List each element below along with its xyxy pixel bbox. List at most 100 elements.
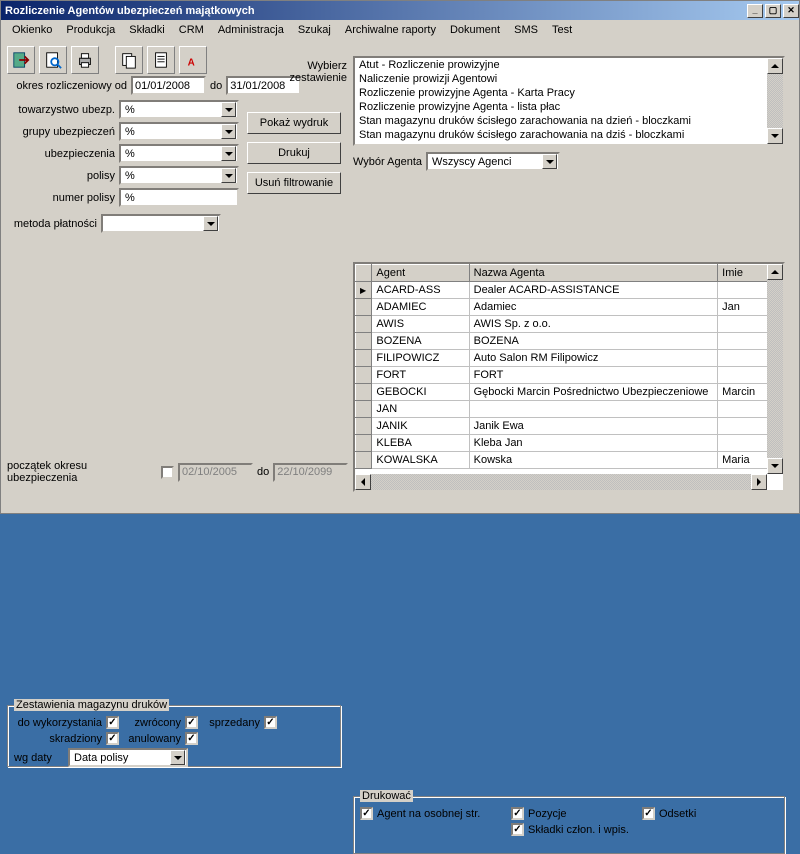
paymethod-combo[interactable] — [101, 214, 221, 233]
report-list-item[interactable]: Stan magazynu druków ścisłego zarachowan… — [355, 128, 783, 142]
table-row[interactable]: ACARD-ASSDealer ACARD-ASSISTANCE — [356, 282, 783, 299]
menu-test[interactable]: Test — [545, 22, 579, 38]
ins-start-row: początek okresu ubezpieczenia do — [7, 460, 348, 484]
chevron-down-icon[interactable] — [203, 216, 218, 231]
company-combo[interactable]: % — [119, 100, 239, 119]
menu-szukaj[interactable]: Szukaj — [291, 22, 338, 38]
table-row[interactable]: KLEBAKleba Jan — [356, 435, 783, 452]
report-list-item[interactable]: Stan magazynu druków ścisłego zarachowan… — [355, 114, 783, 128]
scroll-down-icon[interactable] — [767, 128, 783, 144]
policy-combo[interactable]: % — [119, 166, 239, 185]
grid-cell: Kowska — [469, 452, 718, 469]
table-row[interactable]: GEBOCKIGębocki Marcin Pośrednictwo Ubezp… — [356, 384, 783, 401]
table-row[interactable]: FILIPOWICZAuto Salon RM Filipowicz — [356, 350, 783, 367]
grid-cell: AWIS Sp. z o.o. — [469, 316, 718, 333]
chevron-down-icon[interactable] — [221, 102, 236, 117]
insurance-combo[interactable]: % — [119, 144, 239, 163]
report-list-item[interactable]: Atut - Rozliczenie prowizyjne — [355, 58, 783, 72]
chk-sold[interactable] — [264, 716, 277, 729]
scroll-right-icon[interactable] — [751, 474, 767, 490]
chk-stolen[interactable] — [106, 732, 119, 745]
grid-header[interactable]: Agent — [372, 265, 469, 282]
menu-sms[interactable]: SMS — [507, 22, 545, 38]
scroll-up-icon[interactable] — [767, 58, 783, 74]
chevron-down-icon[interactable] — [170, 750, 185, 765]
chk-usage[interactable] — [106, 716, 119, 729]
scroll-down-icon[interactable] — [767, 458, 783, 474]
grid-cell: FORT — [372, 367, 469, 384]
chevron-down-icon[interactable] — [542, 154, 557, 169]
table-row[interactable]: JANIKJanik Ewa — [356, 418, 783, 435]
scroll-up-icon[interactable] — [767, 264, 783, 280]
print-icon[interactable] — [71, 46, 99, 74]
listbox-scrollbar[interactable] — [767, 58, 783, 144]
report-list-item[interactable]: Naliczenie prowizji Agentowi — [355, 72, 783, 86]
chk-cancelled[interactable] — [185, 732, 198, 745]
chk-positions[interactable] — [511, 807, 524, 820]
menu-skladki[interactable]: Składki — [122, 22, 171, 38]
bydate-combo[interactable]: Data polisy — [68, 748, 188, 767]
menu-crm[interactable]: CRM — [172, 22, 211, 38]
grid-cell: FILIPOWICZ — [372, 350, 469, 367]
filter-block: towarzystwo ubezp.% grupy ubezpieczeń% u… — [7, 100, 239, 210]
table-row[interactable]: AWISAWIS Sp. z o.o. — [356, 316, 783, 333]
ins-start-chk[interactable] — [161, 466, 174, 479]
table-row[interactable]: KOWALSKAKowskaMaria — [356, 452, 783, 469]
maximize-button[interactable]: ▢ — [765, 4, 781, 18]
agent-select-label: Wybór Agenta — [353, 156, 422, 168]
grid-hscroll[interactable] — [355, 474, 767, 490]
menu-dokument[interactable]: Dokument — [443, 22, 507, 38]
agent-select-combo[interactable]: Wszyscy Agenci — [426, 152, 560, 171]
exit-icon[interactable] — [7, 46, 35, 74]
table-row[interactable]: ADAMIECAdamiecJan — [356, 299, 783, 316]
chevron-down-icon[interactable] — [221, 146, 236, 161]
show-preview-button[interactable]: Pokaż wydruk — [247, 112, 341, 134]
preview-icon[interactable] — [39, 46, 67, 74]
grid-header[interactable]: Nazwa Agenta — [469, 265, 718, 282]
chevron-down-icon[interactable] — [221, 168, 236, 183]
chk-sold-label: sprzedany — [202, 717, 260, 729]
menu-administracja[interactable]: Administracja — [211, 22, 291, 38]
table-row[interactable]: BOZENABOZENA — [356, 333, 783, 350]
chk-member-fees[interactable] — [511, 823, 524, 836]
grid-cell: ADAMIEC — [372, 299, 469, 316]
menu-okienko[interactable]: Okienko — [5, 22, 59, 38]
scroll-track[interactable] — [767, 74, 783, 128]
minimize-button[interactable]: _ — [747, 4, 763, 18]
period-from-input[interactable] — [131, 76, 206, 95]
report-list-item[interactable]: Rozliczenie prowizyjne Agenta - Karta Pr… — [355, 86, 783, 100]
close-button[interactable]: ✕ — [783, 4, 799, 18]
polno-label: numer polisy — [7, 192, 115, 204]
polno-field[interactable]: % — [119, 188, 239, 207]
chevron-down-icon[interactable] — [221, 124, 236, 139]
grid-vscroll[interactable] — [767, 264, 783, 474]
group-combo[interactable]: % — [119, 122, 239, 141]
font-icon[interactable]: A — [179, 46, 207, 74]
menu-archiwalne[interactable]: Archiwalne raporty — [338, 22, 443, 38]
chk-agent-page[interactable] — [360, 807, 373, 820]
ins-start-to[interactable] — [273, 463, 348, 482]
menubar: Okienko Produkcja Składki CRM Administra… — [1, 20, 799, 40]
ins-start-from[interactable] — [178, 463, 253, 482]
copy-icon[interactable] — [115, 46, 143, 74]
agents-grid[interactable]: AgentNazwa AgentaImieACARD-ASSDealer ACA… — [353, 262, 785, 492]
warehouse-groupbox: Zestawienia magazynu druków do wykorzyst… — [7, 705, 341, 767]
company-label: towarzystwo ubezp. — [7, 104, 115, 116]
chk-interest-label: Odsetki — [659, 808, 696, 820]
chk-returned[interactable] — [185, 716, 198, 729]
table-row[interactable]: JAN — [356, 401, 783, 418]
report-listbox[interactable]: Atut - Rozliczenie prowizyjneNaliczenie … — [353, 56, 785, 146]
print-button[interactable]: Drukuj — [247, 142, 341, 164]
menu-produkcja[interactable]: Produkcja — [59, 22, 122, 38]
clear-filter-button[interactable]: Usuń filtrowanie — [247, 172, 341, 194]
report-list-item[interactable]: Rozliczenie prowizyjne Agenta - lista pł… — [355, 100, 783, 114]
grid-cell — [469, 401, 718, 418]
grid-cell: ACARD-ASS — [372, 282, 469, 299]
table-row[interactable]: FORTFORT — [356, 367, 783, 384]
scroll-left-icon[interactable] — [355, 474, 371, 490]
period-to-label: do — [210, 80, 222, 92]
chk-interest[interactable] — [642, 807, 655, 820]
document-icon[interactable] — [147, 46, 175, 74]
report-list-item[interactable]: Stan magazynu druków ścisłego zarachowan… — [355, 142, 783, 146]
bydate-label: wg daty — [14, 752, 64, 764]
